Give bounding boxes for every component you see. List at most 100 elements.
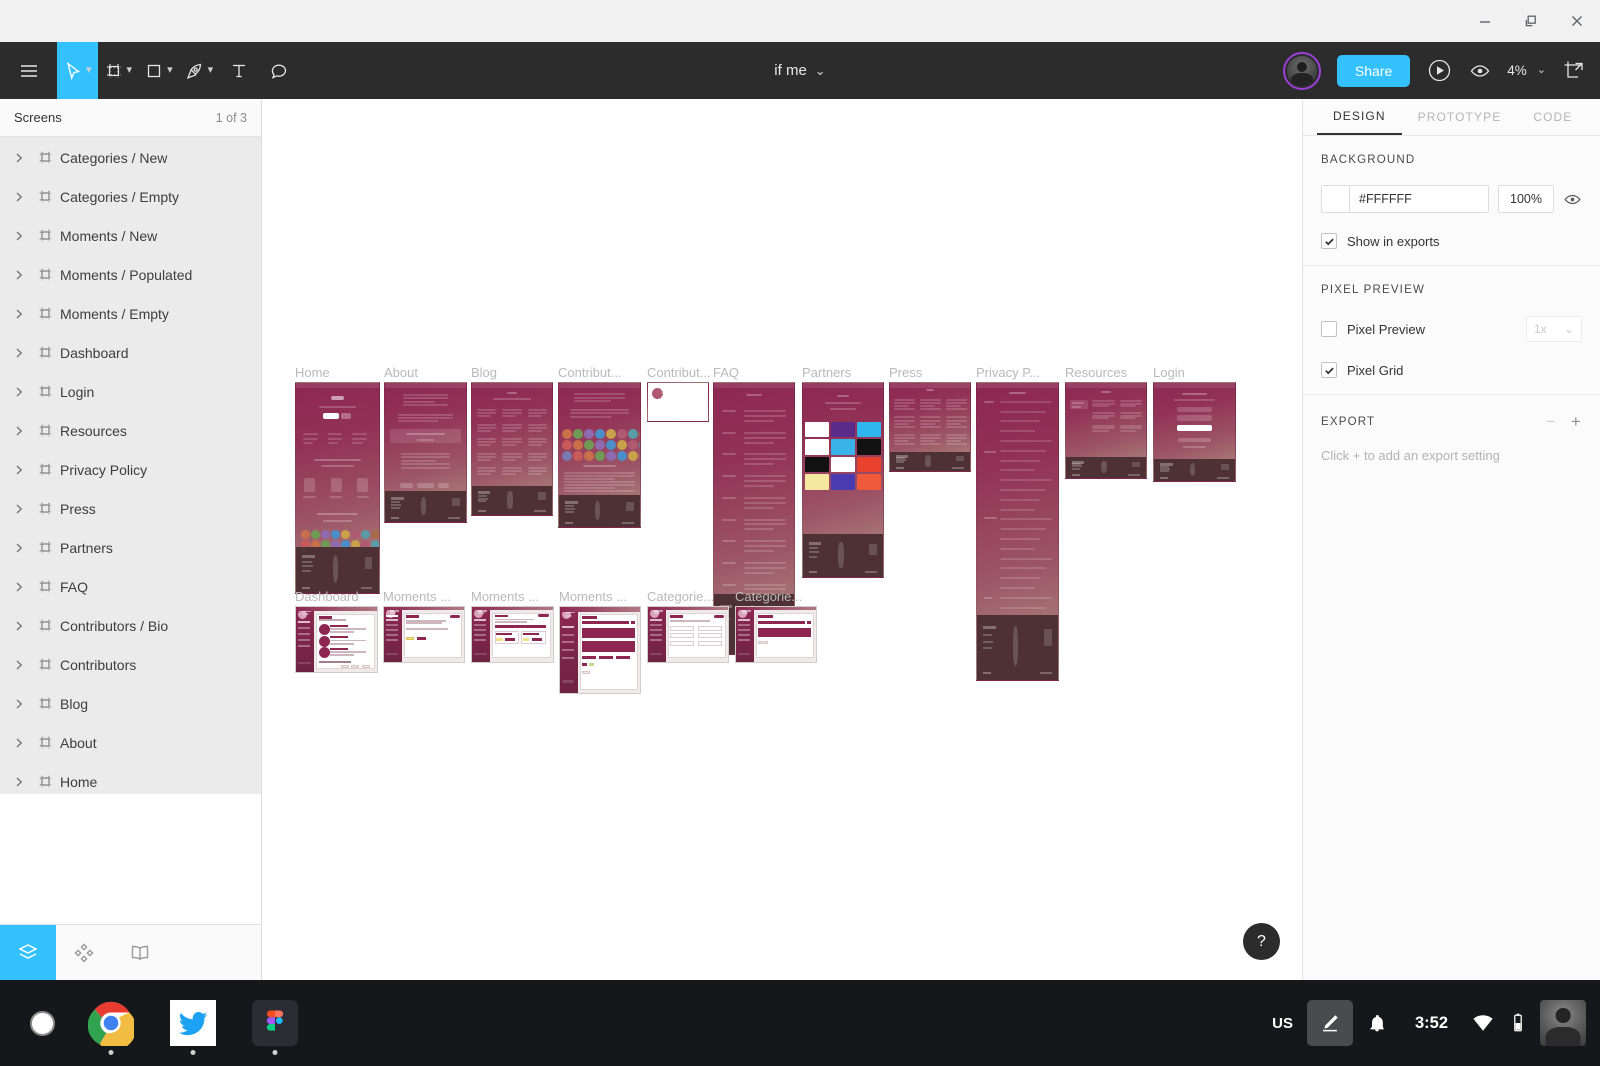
- layer-row[interactable]: Categories / Empty: [0, 177, 261, 216]
- layers-tab[interactable]: [0, 925, 56, 980]
- frame-thumbnail[interactable]: [471, 606, 554, 663]
- stylus-pen-icon[interactable]: [1306, 1000, 1353, 1046]
- frame-thumbnail[interactable]: [735, 606, 817, 663]
- layer-row[interactable]: Home: [0, 762, 261, 794]
- canvas-frame[interactable]: Categorie...: [647, 590, 729, 663]
- battery-icon[interactable]: [1504, 1000, 1532, 1046]
- chevron-right-icon[interactable]: [8, 776, 30, 788]
- wifi-icon[interactable]: [1462, 1000, 1504, 1046]
- frame-thumbnail[interactable]: [559, 606, 641, 694]
- frame-label[interactable]: Categorie...: [647, 590, 714, 604]
- canvas-frame[interactable]: Login: [1153, 366, 1236, 482]
- layer-row[interactable]: Moments / Empty: [0, 294, 261, 333]
- figma-icon[interactable]: [234, 990, 316, 1056]
- frame-label[interactable]: FAQ: [713, 366, 739, 380]
- pixel-grid-checkbox[interactable]: [1321, 362, 1337, 378]
- chevron-right-icon[interactable]: [8, 737, 30, 749]
- frame-thumbnail[interactable]: [889, 382, 971, 472]
- chevron-right-icon[interactable]: [8, 191, 30, 203]
- design-canvas[interactable]: Home About Blog Contribut... Contribut... FAQ…: [262, 99, 1302, 980]
- canvas-frame[interactable]: Press: [889, 366, 971, 472]
- chevron-right-icon[interactable]: [8, 308, 30, 320]
- chevron-right-icon[interactable]: [8, 425, 30, 437]
- frame-thumbnail[interactable]: [1153, 382, 1236, 482]
- frame-label[interactable]: Home: [295, 366, 330, 380]
- export-remove-button[interactable]: −: [1546, 413, 1557, 430]
- frame-thumbnail[interactable]: [383, 606, 465, 663]
- canvas-frame[interactable]: Contribut...: [558, 366, 641, 528]
- document-title[interactable]: if me: [774, 62, 807, 79]
- twitter-icon[interactable]: [152, 990, 234, 1056]
- layer-row[interactable]: FAQ: [0, 567, 261, 606]
- zoom-control[interactable]: 4% ⌄: [1507, 63, 1546, 78]
- share-button[interactable]: Share: [1336, 54, 1411, 87]
- frame-label[interactable]: Privacy P...: [976, 366, 1040, 380]
- canvas-frame[interactable]: Moments ...: [559, 590, 641, 694]
- pixel-preview-scale-select[interactable]: 1x ⌄: [1526, 316, 1582, 342]
- chevron-down-icon[interactable]: ⌄: [1537, 65, 1546, 76]
- user-avatar[interactable]: [1540, 1000, 1586, 1046]
- tab-code[interactable]: CODE: [1517, 99, 1588, 135]
- chevron-right-icon[interactable]: [8, 152, 30, 164]
- canvas-frame[interactable]: Privacy P...: [976, 366, 1059, 681]
- chevron-right-icon[interactable]: [8, 269, 30, 281]
- chevron-right-icon[interactable]: [8, 581, 30, 593]
- crop-export-icon[interactable]: [1562, 59, 1586, 83]
- keyboard-layout-indicator[interactable]: US: [1258, 1000, 1307, 1046]
- frame-label[interactable]: Press: [889, 366, 922, 380]
- layer-row[interactable]: Login: [0, 372, 261, 411]
- color-swatch[interactable]: [1322, 186, 1350, 212]
- pixel-preview-checkbox[interactable]: [1321, 321, 1337, 337]
- avatar[interactable]: [1282, 51, 1321, 90]
- frame-thumbnail[interactable]: [384, 382, 467, 523]
- chevron-down-icon[interactable]: ▾: [208, 65, 214, 76]
- frame-label[interactable]: Categorie...: [735, 590, 802, 604]
- canvas-frame[interactable]: Moments ...: [471, 590, 554, 663]
- frame-label[interactable]: Partners: [802, 366, 851, 380]
- chevron-down-icon[interactable]: ▾: [86, 65, 92, 76]
- frame-thumbnail[interactable]: [558, 382, 641, 528]
- frame-label[interactable]: Contribut...: [647, 366, 711, 380]
- close-button[interactable]: [1554, 0, 1600, 42]
- canvas-frame[interactable]: Categorie...: [735, 590, 817, 663]
- layer-row[interactable]: Moments / New: [0, 216, 261, 255]
- canvas-frame[interactable]: Blog: [471, 366, 553, 516]
- chevron-down-icon[interactable]: ⌄: [815, 64, 826, 77]
- chevron-right-icon[interactable]: [8, 230, 30, 242]
- components-tab[interactable]: [56, 925, 112, 980]
- show-in-exports-checkbox[interactable]: [1321, 233, 1337, 249]
- frame-thumbnail[interactable]: [976, 382, 1059, 681]
- bell-icon[interactable]: [1353, 1000, 1401, 1046]
- layer-row[interactable]: Blog: [0, 684, 261, 723]
- frame-tool[interactable]: ▾: [98, 42, 139, 99]
- layer-row[interactable]: Moments / Populated: [0, 255, 261, 294]
- frame-label[interactable]: Moments ...: [471, 590, 539, 604]
- layer-row[interactable]: Press: [0, 489, 261, 528]
- export-add-button[interactable]: +: [1571, 413, 1582, 430]
- eye-icon[interactable]: [1469, 60, 1491, 82]
- frame-label[interactable]: Resources: [1065, 366, 1127, 380]
- tab-prototype[interactable]: PROTOTYPE: [1402, 99, 1518, 135]
- frame-label[interactable]: Login: [1153, 366, 1185, 380]
- canvas-frame[interactable]: Dashboard: [295, 590, 378, 673]
- frame-label[interactable]: Dashboard: [295, 590, 359, 604]
- frame-thumbnail[interactable]: [647, 606, 729, 663]
- chevron-right-icon[interactable]: [8, 503, 30, 515]
- layer-row[interactable]: Resources: [0, 411, 261, 450]
- canvas-frame[interactable]: Moments ...: [383, 590, 465, 663]
- chevron-right-icon[interactable]: [8, 698, 30, 710]
- frame-label[interactable]: Contribut...: [558, 366, 622, 380]
- pen-tool[interactable]: ▾: [179, 42, 220, 99]
- chromeos-launcher[interactable]: [14, 995, 70, 1051]
- chevron-right-icon[interactable]: [8, 464, 30, 476]
- show-in-exports-row[interactable]: Show in exports: [1321, 233, 1582, 249]
- chevron-down-icon[interactable]: ▾: [127, 65, 133, 76]
- chevron-down-icon[interactable]: ⌄: [1564, 322, 1574, 336]
- text-tool[interactable]: [219, 42, 259, 99]
- frame-thumbnail[interactable]: [295, 382, 380, 594]
- pixel-grid-row[interactable]: Pixel Grid: [1321, 362, 1582, 378]
- chrome-icon[interactable]: [70, 990, 152, 1056]
- canvas-frame[interactable]: Contribut...: [647, 366, 711, 422]
- chevron-right-icon[interactable]: [8, 386, 30, 398]
- book-icon[interactable]: [112, 925, 168, 980]
